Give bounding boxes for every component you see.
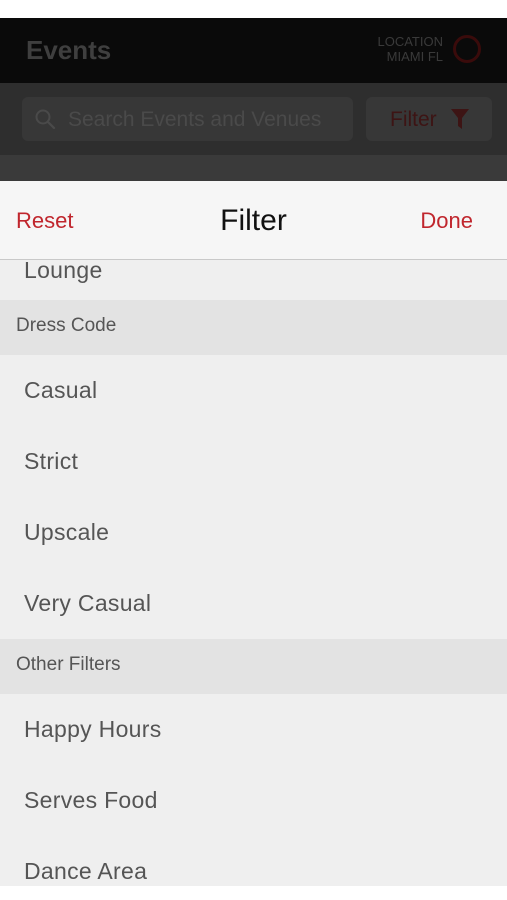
search-icon (35, 109, 56, 130)
section-header-label: Dress Code (16, 315, 117, 336)
search-placeholder: Search Events and Venues (68, 108, 322, 131)
app-header: Events LOCATION MIAMI FL (0, 18, 507, 83)
list-item-happy-hours[interactable]: Happy Hours (0, 694, 507, 765)
list-item-very-casual[interactable]: Very Casual (0, 568, 507, 639)
location-indicator[interactable]: LOCATION MIAMI FL (378, 34, 444, 64)
filter-list[interactable]: Lounge Dress Code Casual Strict Upscale … (0, 257, 507, 886)
done-button[interactable]: Done (420, 208, 473, 234)
list-item-label: Upscale (24, 519, 110, 545)
bottom-edge (0, 886, 507, 900)
section-header-dress-code: Dress Code (0, 300, 507, 355)
location-label: LOCATION (377, 34, 444, 49)
filter-funnel-icon (451, 109, 469, 129)
list-item-serves-food[interactable]: Serves Food (0, 765, 507, 836)
list-item-lounge[interactable]: Lounge (0, 257, 507, 300)
location-ring-icon[interactable] (453, 35, 481, 63)
list-item-label: Lounge (24, 257, 103, 283)
sheet-header: Reset Filter Done (0, 181, 507, 260)
app-title: Events (26, 35, 112, 65)
list-item-upscale[interactable]: Upscale (0, 497, 507, 568)
filter-button-label: Filter (390, 108, 437, 131)
location-value: MIAMI FL (386, 49, 443, 64)
section-header-other-filters: Other Filters (0, 639, 507, 694)
list-item-label: Dance Area (24, 858, 148, 884)
search-input[interactable]: Search Events and Venues (22, 97, 353, 141)
list-item-label: Casual (24, 377, 98, 403)
list-item-label: Happy Hours (24, 716, 162, 742)
filter-sheet: Reset Filter Done Lounge Dress Code Casu… (0, 181, 507, 886)
list-item-casual[interactable]: Casual (0, 355, 507, 426)
filter-button[interactable]: Filter (366, 97, 492, 141)
list-item-label: Strict (24, 448, 79, 474)
search-row: Search Events and Venues Filter (0, 83, 507, 155)
list-item-label: Very Casual (24, 590, 152, 616)
list-item-dance-area[interactable]: Dance Area (0, 836, 507, 886)
list-item-strict[interactable]: Strict (0, 426, 507, 497)
list-item-label: Serves Food (24, 787, 158, 813)
section-header-label: Other Filters (16, 654, 121, 675)
